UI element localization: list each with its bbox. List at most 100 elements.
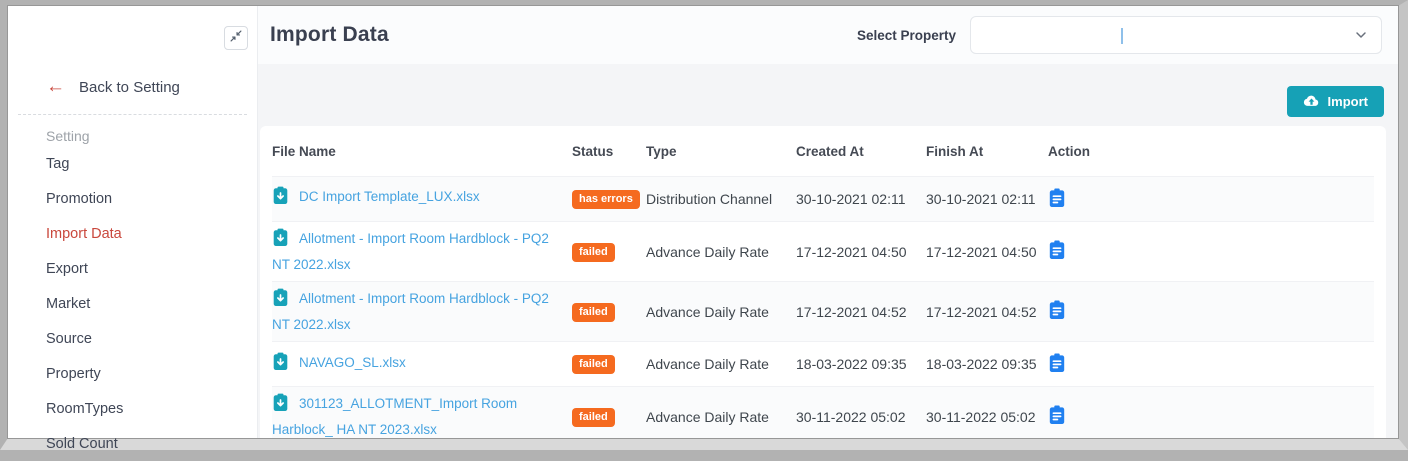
action-cell [1048,353,1374,376]
column-header-status: Status [572,144,646,159]
file-name-label: 301123_ALLOTMENT_Import Room Harblock_ H… [272,396,517,437]
file-name-label: DC Import Template_LUX.xlsx [299,189,480,204]
table-row: Allotment - Import Room Hardblock - PQ2 … [272,281,1374,341]
file-import-icon [272,186,289,212]
type-cell: Advance Daily Rate [646,356,796,372]
status-badge: failed [572,408,615,427]
status-cell: failed [572,242,646,262]
file-name-link[interactable]: NAVAGO_SL.xlsx [272,352,572,378]
status-badge: failed [572,303,615,322]
app: ← Back to Setting Setting TagPromotionIm… [8,6,1398,438]
sidebar-item-roomtypes[interactable]: RoomTypes [8,391,257,426]
collapse-icon [229,29,243,48]
status-cell: failed [572,302,646,322]
clipboard-icon [1048,300,1066,323]
back-to-setting-label: Back to Setting [79,79,180,96]
file-name-label: Allotment - Import Room Hardblock - PQ2 … [272,291,549,332]
table-row: DC Import Template_LUX.xlsx has errors D… [272,176,1374,221]
clipboard-icon [1048,353,1066,376]
file-name-link[interactable]: 301123_ALLOTMENT_Import Room Harblock_ H… [272,393,572,438]
back-to-setting-button[interactable]: ← Back to Setting [46,78,257,97]
view-log-button[interactable] [1048,405,1066,428]
sidebar-item-tag[interactable]: Tag [8,146,257,181]
file-name-label: Allotment - Import Room Hardblock - PQ2 … [272,231,549,272]
file-import-icon [272,352,289,378]
table-body: DC Import Template_LUX.xlsx has errors D… [272,176,1374,438]
status-badge: has errors [572,190,640,209]
file-import-icon [272,393,289,419]
sidebar-item-market[interactable]: Market [8,286,257,321]
created-at-cell: 18-03-2022 09:35 [796,356,926,372]
page-header: Import Data Select Property [258,6,1398,64]
column-header-created-at: Created At [796,144,926,159]
file-name-link[interactable]: DC Import Template_LUX.xlsx [272,186,572,212]
import-button-label: Import [1328,94,1368,109]
file-name-link[interactable]: Allotment - Import Room Hardblock - PQ2 … [272,288,572,335]
chevron-down-icon [1353,27,1369,48]
main-content: Import Data Select Property [258,6,1398,438]
page-title: Import Data [270,23,389,47]
view-log-button[interactable] [1048,353,1066,376]
table-row: 301123_ALLOTMENT_Import Room Harblock_ H… [272,386,1374,438]
view-log-button[interactable] [1048,240,1066,263]
table-row: Allotment - Import Room Hardblock - PQ2 … [272,221,1374,281]
action-cell [1048,240,1374,263]
sidebar: ← Back to Setting Setting TagPromotionIm… [8,6,258,438]
finish-at-cell: 30-10-2021 02:11 [926,191,1048,207]
toolbar: Import [258,64,1398,126]
view-log-button[interactable] [1048,300,1066,323]
cloud-upload-icon [1303,94,1320,110]
column-header-file-name: File Name [272,144,572,159]
view-log-button[interactable] [1048,188,1066,211]
column-header-type: Type [646,144,796,159]
window-frame: ← Back to Setting Setting TagPromotionIm… [0,0,1408,450]
created-at-cell: 17-12-2021 04:52 [796,304,926,320]
sidebar-item-import-data[interactable]: Import Data [8,216,257,251]
finish-at-cell: 17-12-2021 04:52 [926,304,1048,320]
finish-at-cell: 18-03-2022 09:35 [926,356,1048,372]
action-cell [1048,405,1374,428]
created-at-cell: 17-12-2021 04:50 [796,244,926,260]
select-property-dropdown[interactable] [970,16,1382,54]
sidebar-menu: TagPromotionImport DataExportMarketSourc… [8,146,257,461]
column-header-action: Action [1048,144,1374,159]
status-cell: failed [572,407,646,427]
sidebar-item-source[interactable]: Source [8,321,257,356]
type-cell: Advance Daily Rate [646,409,796,425]
column-header-finish-at: Finish At [926,144,1048,159]
clipboard-icon [1048,240,1066,263]
sidebar-item-promotion[interactable]: Promotion [8,181,257,216]
property-select-group: Select Property [857,16,1382,54]
sidebar-section-label: Setting [8,115,257,146]
created-at-cell: 30-11-2022 05:02 [796,409,926,425]
left-arrow-icon: ← [46,77,65,96]
action-cell [1048,188,1374,211]
finish-at-cell: 30-11-2022 05:02 [926,409,1048,425]
file-name-link[interactable]: Allotment - Import Room Hardblock - PQ2 … [272,228,572,275]
file-import-icon [272,228,289,254]
type-cell: Distribution Channel [646,191,796,207]
table-header-row: File Name Status Type Created At Finish … [272,126,1374,176]
action-cell [1048,300,1374,323]
file-name-label: NAVAGO_SL.xlsx [299,355,406,370]
status-cell: failed [572,354,646,374]
text-caret [1121,28,1123,44]
created-at-cell: 30-10-2021 02:11 [796,191,926,207]
type-cell: Advance Daily Rate [646,244,796,260]
finish-at-cell: 17-12-2021 04:50 [926,244,1048,260]
status-cell: has errors [572,189,646,209]
table-row: NAVAGO_SL.xlsx failed Advance Daily Rate… [272,341,1374,386]
sidebar-item-export[interactable]: Export [8,251,257,286]
imports-table-card: File Name Status Type Created At Finish … [260,126,1386,438]
select-property-label: Select Property [857,28,956,43]
sidebar-item-sold-count[interactable]: Sold Count [8,426,257,461]
collapse-sidebar-button[interactable] [224,26,248,50]
sidebar-item-property[interactable]: Property [8,356,257,391]
status-badge: failed [572,355,615,374]
status-badge: failed [572,243,615,262]
clipboard-icon [1048,188,1066,211]
import-button[interactable]: Import [1287,86,1384,117]
file-import-icon [272,288,289,314]
clipboard-icon [1048,405,1066,428]
type-cell: Advance Daily Rate [646,304,796,320]
